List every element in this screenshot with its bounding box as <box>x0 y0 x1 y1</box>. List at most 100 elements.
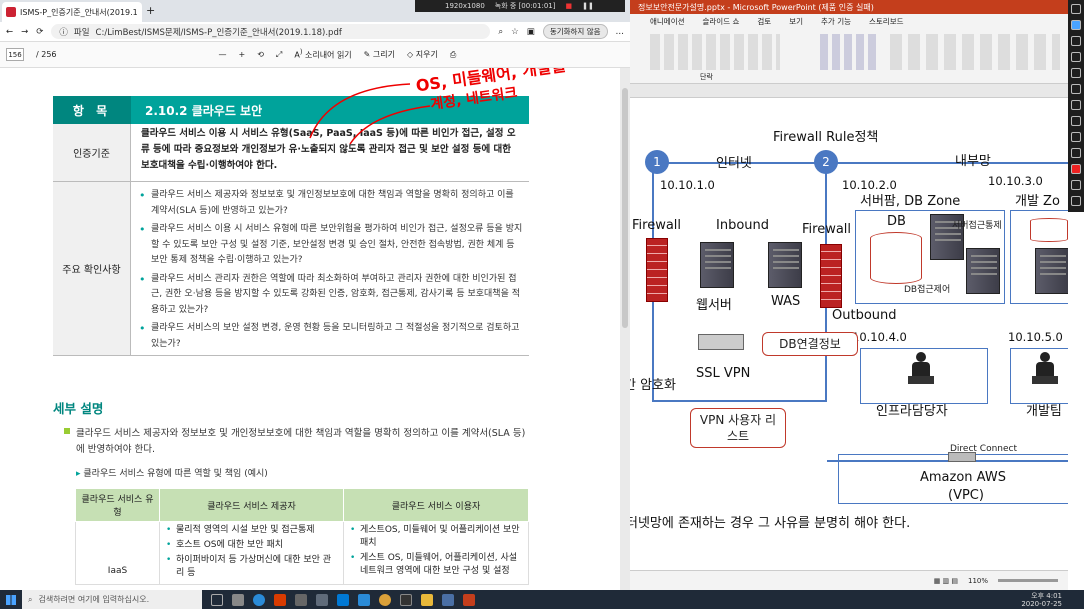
back-icon[interactable]: ← <box>6 27 13 37</box>
table-cell: 물리적 영역의 시설 보안 및 접근통제 호스트 OS에 대한 보안 패치 하이… <box>159 521 344 585</box>
photos-icon[interactable] <box>358 593 370 606</box>
ellipse-icon[interactable] <box>1071 100 1081 110</box>
edge-icon[interactable] <box>253 593 265 606</box>
system-clock[interactable]: 오후 4:01 2020-07-25 <box>1021 592 1084 608</box>
tab-menu[interactable]: 보기 <box>789 16 803 27</box>
address-text: C:/LimBest/ISMS문제/ISMS-P_인증기준_안내서(2019.1… <box>95 27 342 38</box>
view-buttons[interactable]: ▦ ▥ ▤ <box>934 577 958 585</box>
ribbon-paragraph-tools[interactable] <box>650 34 780 70</box>
vm-icon[interactable] <box>442 593 454 606</box>
slide-canvas[interactable]: Firewall Rule정책 1 2 인터넷 내부망 10.10.1.0 10… <box>630 98 1068 570</box>
office-icon[interactable] <box>274 593 286 606</box>
tab-menu[interactable]: 애니메이션 <box>650 16 685 27</box>
settings-icon[interactable] <box>1071 180 1081 190</box>
fit-icon[interactable]: ⤢ <box>276 50 282 60</box>
search-box[interactable]: ⌕ 검색하려면 여기에 입력하십시오. <box>22 590 202 609</box>
ppt-titlebar: 정보보안전문가설명.pptx - Microsoft PowerPoint (제… <box>630 0 1068 14</box>
pause-icon[interactable]: ❚❚ <box>582 2 594 10</box>
ribbon-drawing-tools[interactable] <box>890 34 1060 70</box>
search-placeholder: 검색하려면 여기에 입력하십시오. <box>38 595 150 604</box>
print-icon[interactable]: ⎙ <box>450 50 456 60</box>
favorite-icon[interactable]: ☆ <box>511 27 519 37</box>
close-icon[interactable] <box>1071 196 1081 206</box>
rectangle-icon[interactable] <box>1071 84 1081 94</box>
triangle-icon: ▸ <box>76 469 81 479</box>
web-server-icon <box>700 242 734 288</box>
db-label: DB <box>887 214 906 229</box>
ppt-ribbon-tabs: 애니메이션 슬라이드 쇼 검토 보기 추가 기능 스토리보드 <box>630 14 1068 28</box>
arrow-icon[interactable] <box>1071 68 1081 78</box>
store-icon[interactable] <box>400 593 412 606</box>
ribbon-shape-gallery[interactable] <box>820 34 880 70</box>
collections-icon[interactable]: ▣ <box>527 27 535 37</box>
mail-icon[interactable] <box>337 593 349 606</box>
infra-person-label: 인프라담당자 <box>876 404 948 419</box>
sync-button[interactable]: 동기화하지 않음 <box>542 24 608 39</box>
refresh-icon[interactable]: ⟳ <box>36 27 43 37</box>
criteria-label: 인증기준 <box>53 124 131 181</box>
line-icon[interactable] <box>1071 52 1081 62</box>
zoom-out-icon[interactable]: — <box>219 50 227 59</box>
search-app-icon[interactable] <box>295 593 307 606</box>
pointer-icon[interactable] <box>1071 4 1081 14</box>
undo-icon[interactable] <box>1071 148 1081 158</box>
pen-icon[interactable] <box>1071 20 1081 30</box>
draw-button[interactable]: ✎ 그리기 <box>364 49 395 60</box>
eraser-icon[interactable] <box>1071 132 1081 142</box>
chrome-icon[interactable] <box>379 593 391 606</box>
zoom-in-icon[interactable]: + <box>239 50 246 59</box>
slide-bottom-text: 터넷망에 존재하는 경우 그 사유를 분명히 해야 한다. <box>630 516 911 531</box>
stop-icon[interactable]: ■ <box>565 2 572 10</box>
ip-devteam: 10.10.5.0 <box>1008 330 1063 344</box>
more-icon[interactable]: … <box>616 27 625 37</box>
tab-menu[interactable]: 스토리보드 <box>869 16 904 27</box>
forward-icon[interactable]: → <box>21 27 28 37</box>
server-access-label: 서버접근통제 <box>952 221 1002 231</box>
annotation-arrows <box>309 83 431 145</box>
step-two-badge: 2 <box>814 150 838 174</box>
table-cell: IaaS <box>75 521 160 585</box>
ip-internet: 10.10.1.0 <box>660 178 715 192</box>
read-aloud-button[interactable]: A) 소리내어 읽기 <box>294 48 351 61</box>
table-header: 클라우드 서비스 유형 <box>75 488 160 522</box>
ribbon-group-label: 단락 <box>700 73 713 81</box>
rotate-icon[interactable]: ⟲ <box>257 50 264 59</box>
table-cell: 게스트OS, 미들웨어 및 어플리케이션 보안 패치 게스트 OS, 미들웨어,… <box>343 521 529 585</box>
internet-label: 인터넷 <box>716 156 752 171</box>
app-icon[interactable] <box>316 593 328 606</box>
browser-tab[interactable]: ISMS-P_인증기준_안내서(2019.1 ✕ <box>2 2 142 22</box>
page-number-input[interactable]: 156 <box>6 48 24 61</box>
url-field[interactable]: ⓘ 파일 C:/LimBest/ISMS문제/ISMS-P_인증기준_안내서(2… <box>51 24 491 39</box>
marker-icon[interactable] <box>1071 36 1081 46</box>
powerpoint-icon[interactable] <box>463 593 475 606</box>
text-icon[interactable] <box>1071 116 1081 126</box>
tab-menu[interactable]: 검토 <box>757 16 771 27</box>
settings-app-icon[interactable] <box>232 593 244 606</box>
checks-list: 클라우드 서비스 제공자와 정보보호 및 개인정보보호에 대한 책임과 역할을 … <box>131 182 529 355</box>
ssl-vpn-label: SSL VPN <box>696 366 751 381</box>
firewall-icon <box>646 238 668 302</box>
scrollbar-thumb[interactable] <box>622 88 628 328</box>
router-icon <box>948 452 976 462</box>
pdf-page: 항 목 2.10.2 클라우드 보안 인증기준 클라우드 서비스 이용 시 서비… <box>0 68 620 590</box>
vpc-label: (VPC) <box>948 488 984 503</box>
zoom-level[interactable]: 110% <box>968 577 988 585</box>
tab-menu[interactable]: 슬라이드 쇼 <box>703 16 740 27</box>
erase-button[interactable]: ◇ 지우기 <box>407 49 438 60</box>
new-tab-icon[interactable]: + <box>146 4 155 17</box>
folder-icon[interactable] <box>421 593 433 606</box>
recording-status: 녹화 중 [00:01:01] <box>494 2 556 10</box>
tab-menu[interactable]: 추가 기능 <box>821 16 851 27</box>
annotation-toolbar <box>1068 0 1084 212</box>
table-header: 클라우드 서비스 제공자 <box>159 488 344 522</box>
zoom-slider[interactable] <box>998 579 1058 582</box>
detail-subtitle: ▸ 클라우드 서비스 유형에 따른 역할 및 책임 (예시) <box>76 469 268 479</box>
internal-label: 내부망 <box>955 154 991 169</box>
zoom-icon[interactable]: ⌕ <box>498 27 503 37</box>
list-item: 클라우드 서비스 이용 시 서비스 유형에 따른 보안위험을 평가하여 비인가 … <box>139 222 523 269</box>
list-item: 클라우드 서비스의 보안 설정 변경, 운영 현황 등을 모니터링하고 그 적절… <box>139 321 523 352</box>
color-red-icon[interactable] <box>1071 164 1081 174</box>
start-button[interactable] <box>0 590 22 609</box>
task-view-icon[interactable] <box>211 593 223 606</box>
vertical-scrollbar[interactable] <box>620 68 630 590</box>
